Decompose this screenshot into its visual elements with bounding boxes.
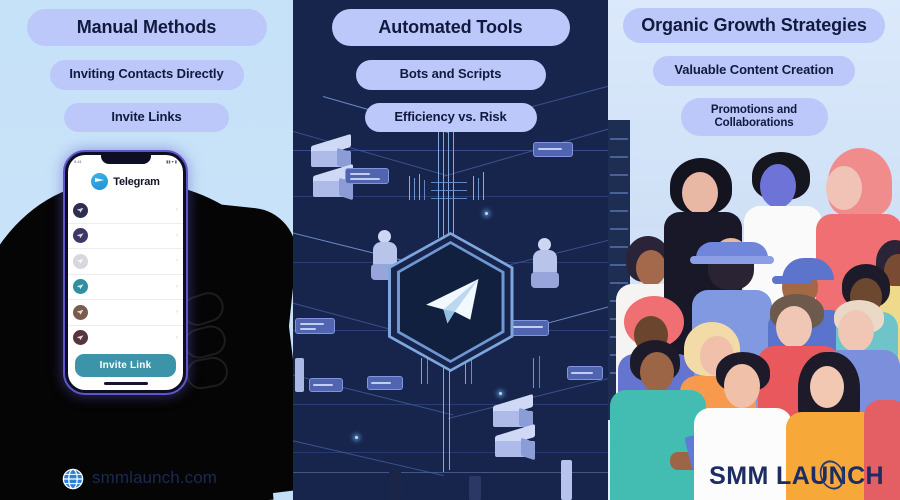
website-url[interactable]: smmlaunch.com <box>92 468 217 488</box>
chevron-right-icon: › <box>176 334 178 341</box>
list-item[interactable]: › <box>68 224 183 249</box>
label-efficiency-vs-risk: Efficiency vs. Risk <box>364 102 537 133</box>
avatar <box>73 253 88 269</box>
right-panel-labels: Organic Growth Strategies Valuable Conte… <box>608 0 900 137</box>
avatar <box>73 279 88 295</box>
person-figure-right <box>531 238 559 290</box>
server-icon-4 <box>491 423 539 464</box>
panel-title-manual-methods: Manual Methods <box>26 9 267 47</box>
list-item[interactable]: › <box>68 300 183 326</box>
chevron-right-icon: › <box>176 232 178 239</box>
phone-home-indicator <box>103 382 148 385</box>
avatar <box>73 304 88 320</box>
status-time: 9:41 <box>74 158 82 164</box>
chevron-right-icon: › <box>176 283 178 290</box>
panel-automated-tools: Automated Tools Bots and Scripts Efficie… <box>293 0 608 500</box>
globe-icon <box>62 468 84 490</box>
telegram-app-header: Telegram <box>68 167 183 198</box>
label-invite-links: Invite Links <box>64 102 229 133</box>
infographic-canvas: 9:41 ▮▮ ▾ ▮ Telegram › › › › › › Invite … <box>0 0 900 500</box>
smmlaunch-logo[interactable]: SMM LAUNCH <box>709 456 884 494</box>
list-item[interactable]: › <box>68 275 183 300</box>
telegram-paper-plane-icon <box>418 275 483 329</box>
logo-wordmark: SMM LAUNCH <box>709 462 884 490</box>
pillar-1 <box>295 358 304 392</box>
chip-card-7 <box>367 376 403 390</box>
chip-card-1 <box>345 168 389 184</box>
list-item[interactable]: › <box>68 249 183 275</box>
phone-screen: 9:41 ▮▮ ▾ ▮ Telegram › › › › › › Invite … <box>68 155 183 390</box>
label-valuable-content-creation: Valuable Content Creation <box>653 56 855 86</box>
panel-title-organic-growth-strategies: Organic Growth Strategies <box>623 8 885 44</box>
pillar-2 <box>389 468 401 500</box>
left-panel-labels: Manual Methods Inviting Contacts Directl… <box>0 0 293 133</box>
invite-link-button[interactable]: Invite Link <box>75 354 176 377</box>
chip-card-3 <box>295 318 335 334</box>
chevron-right-icon: › <box>176 258 178 265</box>
chip-card-5 <box>309 378 343 392</box>
chip-card-6 <box>567 366 603 380</box>
avatar <box>73 330 88 346</box>
smartphone-mockup: 9:41 ▮▮ ▾ ▮ Telegram › › › › › › Invite … <box>63 150 188 395</box>
list-item[interactable]: › <box>68 326 183 351</box>
telegram-logo-icon <box>91 173 109 190</box>
list-item[interactable]: › <box>68 198 183 224</box>
panel-manual-methods: 9:41 ▮▮ ▾ ▮ Telegram › › › › › › Invite … <box>0 0 293 500</box>
telegram-hexagon-badge <box>387 232 514 372</box>
telegram-app-name: Telegram <box>113 175 160 188</box>
chevron-right-icon: › <box>176 207 178 214</box>
avatar <box>73 202 88 218</box>
label-inviting-contacts-directly: Inviting Contacts Directly <box>49 60 244 90</box>
chip-card-2 <box>533 142 573 157</box>
label-promotions-and-collaborations: Promotions and Collaborations <box>680 97 828 137</box>
phone-notch <box>100 155 151 164</box>
label-bots-and-scripts: Bots and Scripts <box>355 60 546 90</box>
panel-title-automated-tools: Automated Tools <box>331 9 570 47</box>
mid-panel-labels: Automated Tools Bots and Scripts Efficie… <box>293 0 608 133</box>
contact-list[interactable]: › › › › › › <box>68 198 183 350</box>
chevron-right-icon: › <box>176 309 178 316</box>
avatar <box>73 228 88 244</box>
chip-card-4 <box>509 320 549 336</box>
pillar-3 <box>561 460 572 500</box>
person-figure-holding-phone <box>610 340 718 500</box>
status-icons: ▮▮ ▾ ▮ <box>166 158 177 164</box>
pillar-4 <box>469 476 481 500</box>
panel-organic-growth: Organic Growth Strategies Valuable Conte… <box>608 0 900 500</box>
